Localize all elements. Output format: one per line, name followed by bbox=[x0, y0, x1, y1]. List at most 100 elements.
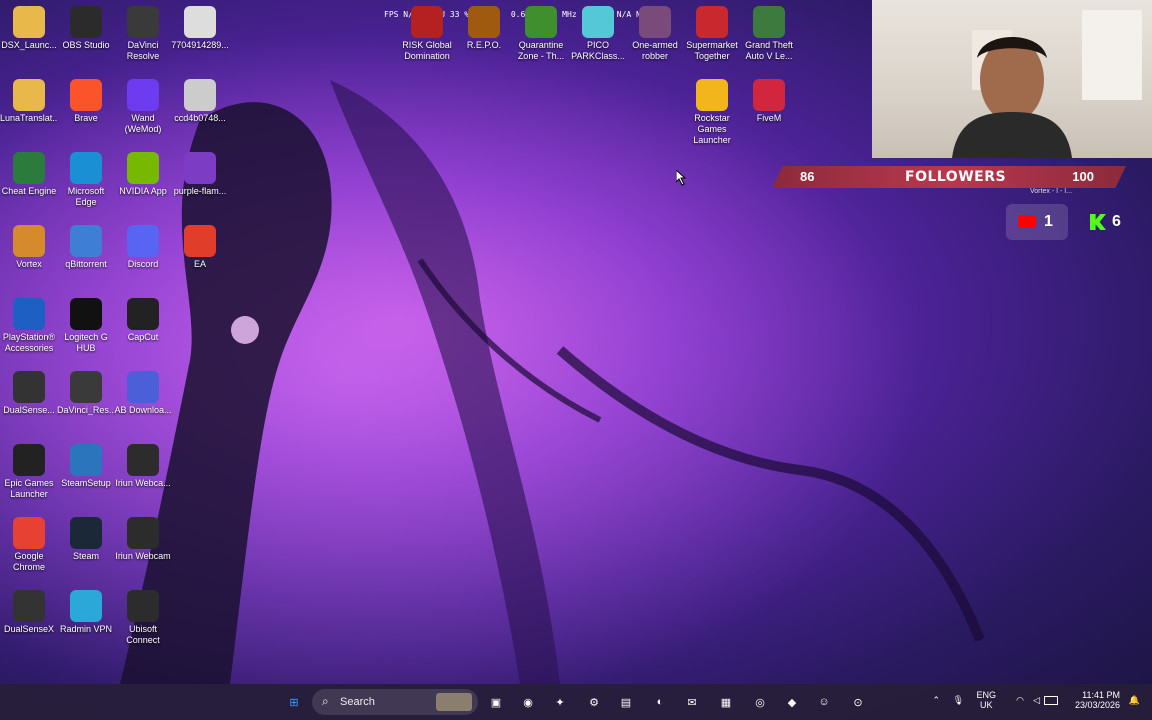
desktop-icon[interactable]: Rockstar Games Launcher bbox=[683, 79, 741, 146]
desktop-icon[interactable]: SteamSetup bbox=[57, 444, 115, 489]
desktop-icon[interactable]: AB Downloa... bbox=[114, 371, 172, 416]
desktop-icon-label: 7704914289... bbox=[171, 40, 229, 50]
cheat-engine-icon[interactable]: ⚙ bbox=[584, 692, 604, 712]
overlay-caption: Vortex - I - I... bbox=[1030, 188, 1073, 195]
desktop-icon[interactable]: DSX_Launc... bbox=[0, 6, 58, 51]
desktop-icon[interactable]: Logitech G HUB bbox=[57, 298, 115, 354]
desktop-icon[interactable]: Microsoft Edge bbox=[57, 152, 115, 208]
desktop-icon[interactable]: qBittorrent bbox=[57, 225, 115, 270]
edge-icon bbox=[70, 152, 102, 184]
cheat-engine-icon bbox=[13, 152, 45, 184]
desktop-icon[interactable]: Cheat Engine bbox=[0, 152, 58, 197]
desktop-icon[interactable]: Vortex bbox=[0, 225, 58, 270]
desktop-icon[interactable]: Discord bbox=[114, 225, 172, 270]
desktop-icon[interactable]: EA bbox=[171, 225, 229, 270]
store-icon[interactable]: ▦ bbox=[716, 692, 736, 712]
desktop-icon-label: OBS Studio bbox=[62, 40, 110, 50]
discord-icon[interactable]: ☺ bbox=[814, 692, 834, 712]
copilot-icon[interactable]: ✦ bbox=[550, 692, 570, 712]
desktop-icon[interactable]: R.E.P.O. bbox=[455, 6, 513, 51]
desktop-icon[interactable]: ccd4b0748... bbox=[171, 79, 229, 124]
desktop-icon-label: qBittorrent bbox=[65, 259, 107, 269]
purple-app-icon[interactable]: ◆ bbox=[782, 692, 802, 712]
steam-icon[interactable]: ⊙ bbox=[848, 692, 868, 712]
desktop-icon-label: Ubisoft Connect bbox=[126, 624, 160, 645]
desktop-icon[interactable]: DaVinci Resolve bbox=[114, 6, 172, 62]
clock-date: 23/03/2026 bbox=[1074, 700, 1120, 710]
desktop-icon[interactable]: Radmin VPN bbox=[57, 590, 115, 635]
desktop-icon[interactable]: FiveM bbox=[740, 79, 798, 124]
desktop-icon-label: Logitech G HUB bbox=[64, 332, 108, 353]
desktop-icon[interactable]: One-armed robber bbox=[626, 6, 684, 62]
desktop-icon[interactable]: PlayStation® Accessories bbox=[0, 298, 58, 354]
microphone-icon[interactable]: 🎙 bbox=[953, 695, 964, 706]
pico-park-icon bbox=[582, 6, 614, 38]
risk-icon bbox=[411, 6, 443, 38]
qbittorrent-icon bbox=[70, 225, 102, 257]
clock[interactable]: 11:41 PM 23/03/2026 bbox=[1075, 690, 1120, 710]
desktop-icon-label: DSX_Launc... bbox=[1, 40, 57, 50]
desktop-icon[interactable]: LunaTranslat... bbox=[0, 79, 58, 124]
chrome-icon[interactable]: ◉ bbox=[518, 692, 538, 712]
desktop-icon-label: Wand (WeMod) bbox=[124, 113, 162, 134]
wifi-icon[interactable]: ◠ bbox=[1016, 695, 1024, 706]
epic-icon bbox=[13, 444, 45, 476]
desktop-icon[interactable]: Google Chrome bbox=[0, 517, 58, 573]
desktop-icon[interactable]: DaVinci_Res... bbox=[57, 371, 115, 416]
desktop-icon[interactable]: PICO PARKClass... bbox=[569, 6, 627, 62]
desktop-icon-label: purple-flam... bbox=[173, 186, 227, 196]
start-icon[interactable]: ⊞ bbox=[284, 692, 304, 712]
desktop-icon[interactable]: DualSenseX bbox=[0, 590, 58, 635]
desktop-icon-label: SteamSetup bbox=[61, 478, 111, 488]
desktop-icon[interactable]: Steam bbox=[57, 517, 115, 562]
tray-overflow-icon[interactable]: ⌃ bbox=[932, 695, 940, 706]
desktop-icon[interactable]: Quarantine Zone - Th... bbox=[512, 6, 570, 62]
desktop-icon-label: Quarantine Zone - Th... bbox=[517, 40, 565, 61]
desktop-icon-label: DualSense... bbox=[3, 405, 55, 415]
playstation-icon bbox=[13, 298, 45, 330]
youtube-count: 1 bbox=[1044, 213, 1053, 230]
taskbar-search[interactable]: ⌕ Search bbox=[312, 689, 478, 715]
obs-icon bbox=[70, 6, 102, 38]
obs-icon[interactable]: ◎ bbox=[750, 692, 770, 712]
task-view-icon[interactable]: ▣ bbox=[486, 692, 506, 712]
file-explorer-icon[interactable]: ▤ bbox=[616, 692, 636, 712]
desktop-icon[interactable]: Epic Games Launcher bbox=[0, 444, 58, 500]
desktop-icon-label: DaVinci Resolve bbox=[126, 40, 160, 61]
desktop-icon[interactable]: Wand (WeMod) bbox=[114, 79, 172, 135]
followers-label: FOLLOWERS bbox=[905, 169, 1007, 185]
battery-icon[interactable] bbox=[1044, 696, 1058, 705]
desktop-icon[interactable]: CapCut bbox=[114, 298, 172, 343]
desktop-icon-label: Vortex bbox=[16, 259, 42, 269]
desktop-icon-label: Epic Games Launcher bbox=[4, 478, 54, 499]
volume-icon[interactable]: ◁ bbox=[1033, 695, 1040, 706]
desktop-icon[interactable]: Brave bbox=[57, 79, 115, 124]
folder-icon bbox=[13, 6, 45, 38]
search-highlight-icon bbox=[436, 693, 472, 711]
fivem-icon bbox=[753, 79, 785, 111]
followers-current: 86 bbox=[800, 169, 815, 184]
desktop-icon[interactable]: OBS Studio bbox=[57, 6, 115, 51]
desktop-icon-label: AB Downloa... bbox=[114, 405, 172, 415]
followers-goal: 100 bbox=[1072, 169, 1094, 184]
desktop-icon-label: Grand Theft Auto V Le... bbox=[745, 40, 793, 61]
desktop-icon[interactable]: 7704914289... bbox=[171, 6, 229, 51]
desktop-icon-label: CapCut bbox=[127, 332, 159, 342]
desktop-icon[interactable]: Ubisoft Connect bbox=[114, 590, 172, 646]
wand-icon bbox=[127, 79, 159, 111]
desktop-icon[interactable]: NVIDIA App bbox=[114, 152, 172, 197]
desktop-icon[interactable]: Grand Theft Auto V Le... bbox=[740, 6, 798, 62]
desktop-icon[interactable]: Iriun Webca... bbox=[114, 444, 172, 489]
desktop-icon[interactable]: RISK Global Domination bbox=[398, 6, 456, 62]
desktop-icon[interactable]: Iriun Webcam bbox=[114, 517, 172, 562]
desktop-icon[interactable]: Supermarket Together bbox=[683, 6, 741, 62]
outlook-icon[interactable]: ✉ bbox=[682, 692, 702, 712]
language-indicator[interactable]: ENG UK bbox=[976, 690, 996, 710]
steam-setup-icon bbox=[70, 444, 102, 476]
edge-icon[interactable]: ◐ bbox=[650, 692, 670, 712]
notification-icon[interactable]: 🔔 bbox=[1129, 695, 1140, 706]
desktop-icon[interactable]: DualSense... bbox=[0, 371, 58, 416]
desktop-icon[interactable]: purple-flam... bbox=[171, 152, 229, 197]
desktop-icon-label: Iriun Webcam bbox=[115, 551, 171, 561]
desktop-icon-label: Cheat Engine bbox=[1, 186, 57, 196]
